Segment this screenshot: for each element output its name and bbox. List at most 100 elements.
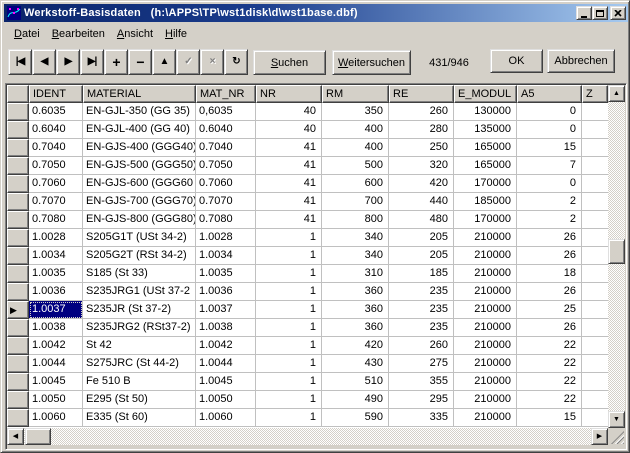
cell-e-modul[interactable]: 210000 [454,355,517,373]
cell-a5[interactable]: 15 [517,139,582,157]
cell-mat-nr[interactable]: 0.6040 [196,121,256,139]
column-header-re[interactable]: RE [389,85,454,103]
cell-e-modul[interactable]: 170000 [454,211,517,229]
table-row[interactable]: 0.7080 EN-GJS-800 (GGG80) 0.7080 41 800 … [7,211,608,229]
scroll-left-button[interactable]: ◀ [7,428,24,445]
cell-e-modul[interactable]: 210000 [454,319,517,337]
table-row[interactable]: 0.7060 EN-GJS-600 (GGG60 0.7060 41 600 4… [7,175,608,193]
cell-z[interactable] [582,301,608,319]
cell-rm[interactable]: 500 [322,157,389,175]
cell-a5[interactable]: 2 [517,211,582,229]
cell-material[interactable]: EN-GJS-600 (GGG60 [83,175,196,193]
cell-mat-nr[interactable]: 0.7050 [196,157,256,175]
cell-nr[interactable]: 1 [256,247,322,265]
cell-e-modul[interactable]: 210000 [454,283,517,301]
column-header-material[interactable]: MATERIAL [83,85,196,103]
cell-e-modul[interactable]: 210000 [454,265,517,283]
cell-re[interactable]: 480 [389,211,454,229]
cell-mat-nr[interactable]: 1.0060 [196,409,256,427]
cell-nr[interactable]: 1 [256,373,322,391]
cell-material[interactable]: EN-GJS-400 (GGG40) [83,139,196,157]
cell-z[interactable] [582,355,608,373]
menu-item-hilfe[interactable]: Hilfe [159,26,193,41]
cell-a5[interactable]: 22 [517,337,582,355]
cell-nr[interactable]: 41 [256,139,322,157]
cell-mat-nr[interactable]: 1.0037 [196,301,256,319]
row-selector[interactable] [7,283,29,301]
table-row[interactable]: 0.6040 EN-GJL-400 (GG 40) 0.6040 40 400 … [7,121,608,139]
cell-a5[interactable]: 18 [517,265,582,283]
horizontal-scroll-thumb[interactable] [25,428,51,445]
cell-material[interactable]: EN-GJS-800 (GGG80) [83,211,196,229]
cell-material[interactable]: St 42 [83,337,196,355]
cell-z[interactable] [582,247,608,265]
cancel-edit-button[interactable]: × [200,49,224,75]
cell-re[interactable]: 235 [389,283,454,301]
cell-nr[interactable]: 1 [256,409,322,427]
table-row[interactable]: 1.0035 S185 (St 33) 1.0035 1 310 185 210… [7,265,608,283]
column-header-rm[interactable]: RM [322,85,389,103]
cell-mat-nr[interactable]: 1.0045 [196,373,256,391]
minimize-button[interactable] [576,6,592,20]
vertical-scrollbar[interactable]: ▲ ▼ [608,85,625,428]
cell-e-modul[interactable]: 210000 [454,229,517,247]
cell-re[interactable]: 205 [389,247,454,265]
cell-rm[interactable]: 350 [322,103,389,121]
cell-ident[interactable]: 1.0034 [29,247,83,265]
scroll-down-button[interactable]: ▼ [608,411,625,428]
cell-e-modul[interactable]: 130000 [454,103,517,121]
table-row[interactable]: 1.0038 S235JRG2 (RSt37-2) 1.0038 1 360 2… [7,319,608,337]
cell-ident[interactable]: 0.6035 [29,103,83,121]
cell-re[interactable]: 260 [389,337,454,355]
cell-ident[interactable]: 1.0050 [29,391,83,409]
cell-ident[interactable]: 1.0044 [29,355,83,373]
table-row[interactable]: 1.0045 Fe 510 B 1.0045 1 510 355 210000 … [7,373,608,391]
refresh-button[interactable]: ↻ [224,49,248,75]
cell-a5[interactable]: 22 [517,391,582,409]
cell-material[interactable]: S205G2T (RSt 34-2) [83,247,196,265]
cell-re[interactable]: 295 [389,391,454,409]
prior-record-button[interactable]: ◀ [32,49,56,75]
column-header-z[interactable]: Z [582,85,608,103]
cell-mat-nr[interactable]: 1.0035 [196,265,256,283]
cell-ident[interactable]: 1.0037 [29,301,83,319]
cell-e-modul[interactable]: 135000 [454,121,517,139]
cell-rm[interactable]: 400 [322,121,389,139]
cell-e-modul[interactable]: 185000 [454,193,517,211]
table-row[interactable]: 1.0050 E295 (St 50) 1.0050 1 490 295 210… [7,391,608,409]
row-selector[interactable] [7,229,29,247]
cell-re[interactable]: 205 [389,229,454,247]
edit-record-button[interactable]: ▲ [152,49,176,75]
cell-rm[interactable]: 510 [322,373,389,391]
table-row[interactable]: ▶ 1.0037 S235JR (St 37-2) 1.0037 1 360 2… [7,301,608,319]
resize-grip[interactable] [608,428,625,445]
cell-ident[interactable]: 1.0045 [29,373,83,391]
table-row[interactable]: 1.0028 S205G1T (USt 34-2) 1.0028 1 340 2… [7,229,608,247]
cell-material[interactable]: EN-GJS-500 (GGG50) [83,157,196,175]
cell-nr[interactable]: 1 [256,319,322,337]
cell-ident[interactable]: 0.7060 [29,175,83,193]
row-selector[interactable] [7,409,29,427]
cell-re[interactable]: 420 [389,175,454,193]
cell-e-modul[interactable]: 210000 [454,337,517,355]
row-selector[interactable]: ▶ [7,301,29,319]
row-selector[interactable] [7,103,29,121]
cell-rm[interactable]: 490 [322,391,389,409]
cell-rm[interactable]: 800 [322,211,389,229]
cell-re[interactable]: 235 [389,319,454,337]
cell-nr[interactable]: 1 [256,391,322,409]
cell-material[interactable]: S205G1T (USt 34-2) [83,229,196,247]
cell-material[interactable]: S235JRG1 (USt 37-2 [83,283,196,301]
menu-item-ansicht[interactable]: Ansicht [111,26,159,41]
cell-a5[interactable]: 22 [517,355,582,373]
table-row[interactable]: 0.7070 EN-GJS-700 (GGG70) 0.7070 41 700 … [7,193,608,211]
horizontal-scroll-track[interactable] [24,428,591,445]
cell-rm[interactable]: 420 [322,337,389,355]
cell-mat-nr[interactable]: 0.7040 [196,139,256,157]
cell-nr[interactable]: 1 [256,283,322,301]
cell-e-modul[interactable]: 210000 [454,301,517,319]
cell-material[interactable]: S185 (St 33) [83,265,196,283]
row-selector[interactable] [7,247,29,265]
cell-re[interactable]: 320 [389,157,454,175]
cell-material[interactable]: EN-GJS-700 (GGG70) [83,193,196,211]
